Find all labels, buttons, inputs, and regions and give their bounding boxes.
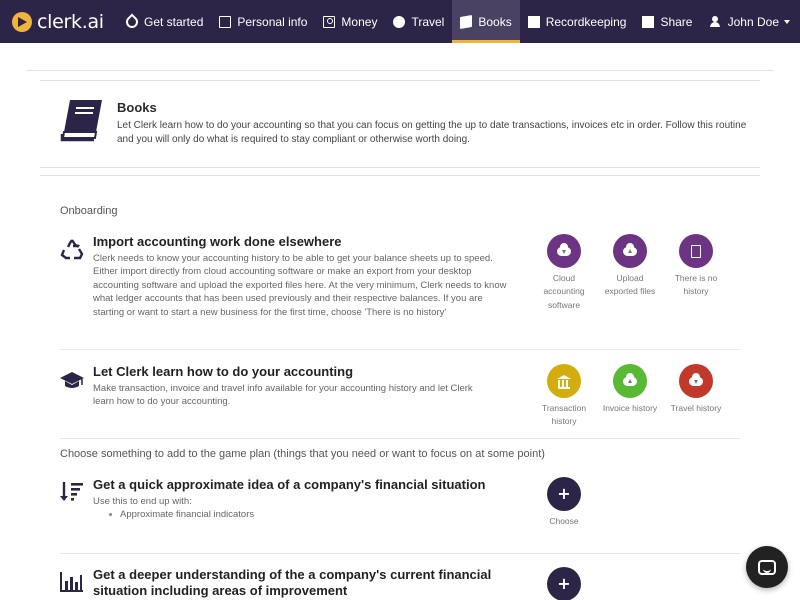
rocket-icon: [123, 13, 141, 30]
user-icon: [709, 15, 722, 28]
recycle-icon: [60, 239, 84, 260]
nav-label: Books: [478, 14, 512, 29]
cloud-download-icon: [557, 242, 571, 256]
item-title: Let Clerk learn how to do your accountin…: [93, 364, 354, 379]
action-label: Choose: [549, 516, 579, 526]
action-circle: [613, 364, 647, 398]
cloud-upload-icon: [623, 372, 637, 386]
brand-logo-link[interactable]: clerk.ai: [0, 0, 112, 43]
divider: [26, 70, 774, 71]
money-icon: [323, 15, 336, 28]
travel-history-button[interactable]: Travel history: [666, 364, 726, 415]
item-subtitle: Use this to end up with:: [93, 496, 192, 507]
page-description: Let Clerk learn how to do your accountin…: [117, 120, 747, 145]
divider: [60, 349, 740, 350]
file-icon: [691, 244, 701, 258]
action-circle: [679, 364, 713, 398]
plus-icon: +: [557, 484, 571, 503]
action-circle: +: [547, 567, 581, 600]
caret-down-icon: [784, 19, 790, 24]
cloud-accounting-software-button[interactable]: Cloud accounting software: [534, 234, 594, 312]
onboarding-item-learn: Let Clerk learn how to do your accountin…: [60, 364, 750, 434]
action-label: Cloud accounting software: [543, 273, 585, 310]
nav-label: Travel: [411, 14, 445, 29]
bank-icon: [557, 375, 571, 389]
choose-button[interactable]: +: [534, 567, 594, 600]
books-header: Books Let Clerk learn how to do your acc…: [60, 98, 750, 158]
book-icon: [60, 100, 102, 142]
transaction-history-button[interactable]: Transaction history: [534, 364, 594, 429]
share-icon: [642, 15, 655, 28]
divider: [40, 175, 760, 176]
section-label-onboarding: Onboarding: [60, 205, 118, 217]
action-circle: [547, 234, 581, 268]
chat-launcher-button[interactable]: [746, 546, 788, 588]
list-item: Approximate financial indicators: [93, 508, 254, 521]
upload-exported-files-button[interactable]: Upload exported files: [600, 234, 660, 299]
item-title: Get a quick approximate idea of a compan…: [93, 477, 486, 492]
nav-label: Money: [341, 14, 378, 29]
clerk-logo-icon: [12, 11, 32, 32]
action-circle: [679, 234, 713, 268]
id-card-icon: [219, 15, 232, 28]
cloud-download-icon: [689, 372, 703, 386]
onboarding-item-import: Import accounting work done elsewhere Cl…: [60, 234, 750, 344]
game-plan-item-quick: Get a quick approximate idea of a compan…: [60, 477, 750, 547]
nav-label: Personal info: [237, 14, 308, 29]
action-label: Invoice history: [602, 403, 658, 413]
item-title: Import accounting work done elsewhere: [93, 234, 342, 249]
nav-get-started[interactable]: Get started: [112, 0, 211, 43]
nav-label: Recordkeeping: [545, 14, 627, 29]
choose-button[interactable]: + Choose: [534, 477, 594, 528]
graduation-cap-icon: [60, 372, 84, 388]
page-title: Books: [117, 100, 157, 115]
there-is-no-history-button[interactable]: There is no history: [666, 234, 726, 299]
plus-icon: +: [557, 574, 571, 593]
action-label: There is no history: [674, 273, 718, 297]
invoice-history-button[interactable]: Invoice history: [600, 364, 660, 415]
item-details: Use this to end up with: Approximate fin…: [93, 495, 254, 522]
globe-icon: [393, 15, 406, 28]
action-circle: +: [547, 477, 581, 511]
nav-money[interactable]: Money: [315, 0, 385, 43]
section-label-game-plan: Choose something to add to the game plan…: [60, 448, 545, 460]
nav-travel[interactable]: Travel: [385, 0, 452, 43]
divider: [60, 438, 740, 439]
cloud-upload-icon: [623, 242, 637, 256]
item-description: Clerk needs to know your accounting hist…: [93, 253, 507, 318]
nav-books[interactable]: Books: [452, 0, 520, 43]
game-plan-item-deeper: Get a deeper understanding of the a comp…: [60, 567, 750, 600]
nav-personal-info[interactable]: Personal info: [211, 0, 315, 43]
table-icon: [527, 15, 540, 28]
item-title: Get a deeper understanding of the a comp…: [93, 567, 492, 598]
bar-chart-icon: [60, 572, 83, 592]
action-label: Transaction history: [541, 403, 587, 427]
nav-recordkeeping[interactable]: Recordkeeping: [520, 0, 635, 43]
brand-name: clerk.ai: [37, 10, 104, 33]
action-circle: [613, 234, 647, 268]
nav-label: Share: [660, 14, 693, 29]
sort-amount-icon: [60, 482, 83, 501]
nav-label: Get started: [144, 14, 204, 29]
nav-share[interactable]: Share: [634, 0, 700, 43]
user-menu[interactable]: John Doe: [702, 0, 800, 43]
chat-icon: [758, 559, 776, 575]
top-navbar: clerk.ai Get started Personal info Money…: [0, 0, 800, 43]
divider: [40, 167, 760, 168]
divider: [60, 553, 740, 554]
action-circle: [547, 364, 581, 398]
action-label: Travel history: [670, 403, 722, 413]
action-label: Upload exported files: [604, 273, 656, 297]
divider: [40, 80, 760, 81]
item-description: Make transaction, invoice and travel inf…: [93, 383, 473, 408]
user-name: John Doe: [727, 14, 779, 29]
book-icon: [460, 14, 473, 29]
